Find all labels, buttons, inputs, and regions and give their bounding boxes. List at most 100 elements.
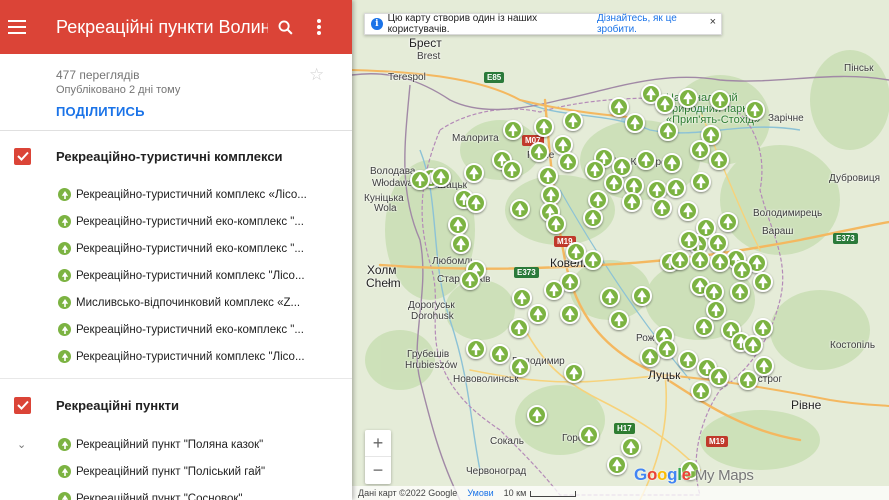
recreation-marker[interactable] — [544, 280, 564, 300]
recreation-marker[interactable] — [621, 437, 641, 457]
recreation-marker[interactable] — [679, 230, 699, 250]
recreation-marker[interactable] — [730, 282, 750, 302]
recreation-marker[interactable] — [503, 120, 523, 140]
recreation-marker[interactable] — [509, 318, 529, 338]
recreation-marker[interactable] — [710, 252, 730, 272]
recreation-marker[interactable] — [490, 344, 510, 364]
recreation-marker[interactable] — [652, 198, 672, 218]
recreation-marker[interactable] — [678, 201, 698, 221]
layer-title[interactable]: Рекреаційні пункти — [56, 398, 179, 413]
search-icon[interactable] — [268, 19, 302, 36]
recreation-marker[interactable] — [709, 150, 729, 170]
recreation-marker[interactable] — [560, 304, 580, 324]
recreation-marker[interactable] — [502, 160, 522, 180]
recreation-marker[interactable] — [546, 214, 566, 234]
layer-list-item[interactable]: Рекреаційний пункт "Сосновок" — [0, 485, 352, 500]
scale-bar[interactable]: 10 км — [504, 488, 577, 498]
chevron-down-icon[interactable]: ⌄ — [17, 438, 26, 451]
recreation-marker[interactable] — [604, 173, 624, 193]
recreation-marker[interactable] — [466, 339, 486, 359]
recreation-marker[interactable] — [460, 270, 480, 290]
notice-learn-link[interactable]: Дізнайтесь, як це зробити. — [597, 13, 715, 35]
close-icon[interactable]: × — [710, 16, 716, 28]
recreation-marker[interactable] — [657, 339, 677, 359]
recreation-marker[interactable] — [558, 152, 578, 172]
tree-icon — [652, 184, 662, 196]
layer-list-item[interactable]: Рекреаційно-туристичний комплекс "Лісо..… — [0, 262, 352, 289]
recreation-marker[interactable] — [710, 90, 730, 110]
recreation-marker[interactable] — [743, 335, 763, 355]
recreation-marker[interactable] — [655, 94, 675, 114]
zoom-out-button[interactable]: − — [365, 457, 391, 484]
recreation-marker[interactable] — [510, 357, 530, 377]
recreation-marker[interactable] — [538, 166, 558, 186]
recreation-marker[interactable] — [528, 304, 548, 324]
recreation-marker[interactable] — [662, 153, 682, 173]
recreation-marker[interactable] — [585, 160, 605, 180]
recreation-marker[interactable] — [670, 250, 690, 270]
layer-title[interactable]: Рекреаційно-туристичні комплекси — [56, 149, 283, 164]
recreation-marker[interactable] — [632, 286, 652, 306]
recreation-marker[interactable] — [529, 142, 549, 162]
recreation-marker[interactable] — [666, 178, 686, 198]
recreation-marker[interactable] — [466, 193, 486, 213]
recreation-marker[interactable] — [753, 272, 773, 292]
recreation-marker[interactable] — [579, 425, 599, 445]
recreation-marker[interactable] — [754, 356, 774, 376]
recreation-marker[interactable] — [410, 170, 430, 190]
recreation-marker[interactable] — [706, 300, 726, 320]
layer-list-item[interactable]: Рекреаційно-туристичний комплекс "Лісо..… — [0, 343, 352, 370]
layer-list-item[interactable]: Мисливсько-відпочинковий комплекс «Z... — [0, 289, 352, 316]
recreation-marker[interactable] — [647, 180, 667, 200]
layer-list-item[interactable]: Рекреаційно-туристичний еко-комплекс "..… — [0, 235, 352, 262]
layer-list-item[interactable]: Рекреаційно-туристичний комплекс «Лісо..… — [0, 181, 352, 208]
layer-list-item[interactable]: ⌄ Рекреаційний пункт "Поляна казок" — [0, 431, 352, 458]
layer-list-item[interactable]: Рекреаційно-туристичний еко-комплекс "..… — [0, 208, 352, 235]
recreation-marker[interactable] — [678, 88, 698, 108]
recreation-marker[interactable] — [732, 260, 752, 280]
recreation-marker[interactable] — [431, 167, 451, 187]
recreation-marker[interactable] — [527, 405, 547, 425]
share-button[interactable]: ПОДІЛИТИСЬ — [56, 104, 145, 119]
more-vert-icon[interactable] — [302, 18, 336, 36]
recreation-marker[interactable] — [745, 100, 765, 120]
recreation-marker[interactable] — [704, 282, 724, 302]
recreation-marker[interactable] — [609, 310, 629, 330]
star-icon[interactable]: ☆ — [309, 65, 324, 85]
recreation-marker[interactable] — [690, 250, 710, 270]
recreation-marker[interactable] — [563, 111, 583, 131]
recreation-marker[interactable] — [609, 97, 629, 117]
recreation-marker[interactable] — [738, 370, 758, 390]
recreation-marker[interactable] — [622, 192, 642, 212]
recreation-marker[interactable] — [691, 172, 711, 192]
recreation-marker[interactable] — [510, 199, 530, 219]
recreation-marker[interactable] — [708, 233, 728, 253]
recreation-marker[interactable] — [451, 234, 471, 254]
zoom-in-button[interactable]: + — [365, 430, 391, 457]
recreation-marker[interactable] — [512, 288, 532, 308]
recreation-marker[interactable] — [658, 121, 678, 141]
recreation-marker[interactable] — [691, 381, 711, 401]
recreation-marker[interactable] — [583, 250, 603, 270]
terms-link[interactable]: Умови — [467, 488, 493, 498]
layer-list-item[interactable]: Рекреаційний пункт "Поліський гай" — [0, 458, 352, 485]
hamburger-menu-icon[interactable] — [0, 20, 34, 34]
recreation-marker[interactable] — [600, 287, 620, 307]
recreation-marker[interactable] — [690, 140, 710, 160]
recreation-marker[interactable] — [636, 150, 656, 170]
recreation-marker[interactable] — [448, 215, 468, 235]
recreation-marker[interactable] — [607, 455, 627, 475]
recreation-marker[interactable] — [709, 367, 729, 387]
recreation-marker[interactable] — [583, 208, 603, 228]
layer-list-item[interactable]: Рекреаційно-туристичний еко-комплекс "..… — [0, 316, 352, 343]
recreation-marker[interactable] — [564, 363, 584, 383]
layer-checkbox[interactable] — [14, 147, 31, 165]
recreation-marker[interactable] — [534, 117, 554, 137]
recreation-marker[interactable] — [678, 350, 698, 370]
recreation-marker[interactable] — [588, 190, 608, 210]
layer-checkbox[interactable] — [14, 396, 31, 414]
recreation-marker[interactable] — [464, 163, 484, 183]
recreation-marker[interactable] — [718, 212, 738, 232]
recreation-marker[interactable] — [694, 317, 714, 337]
recreation-marker[interactable] — [625, 113, 645, 133]
